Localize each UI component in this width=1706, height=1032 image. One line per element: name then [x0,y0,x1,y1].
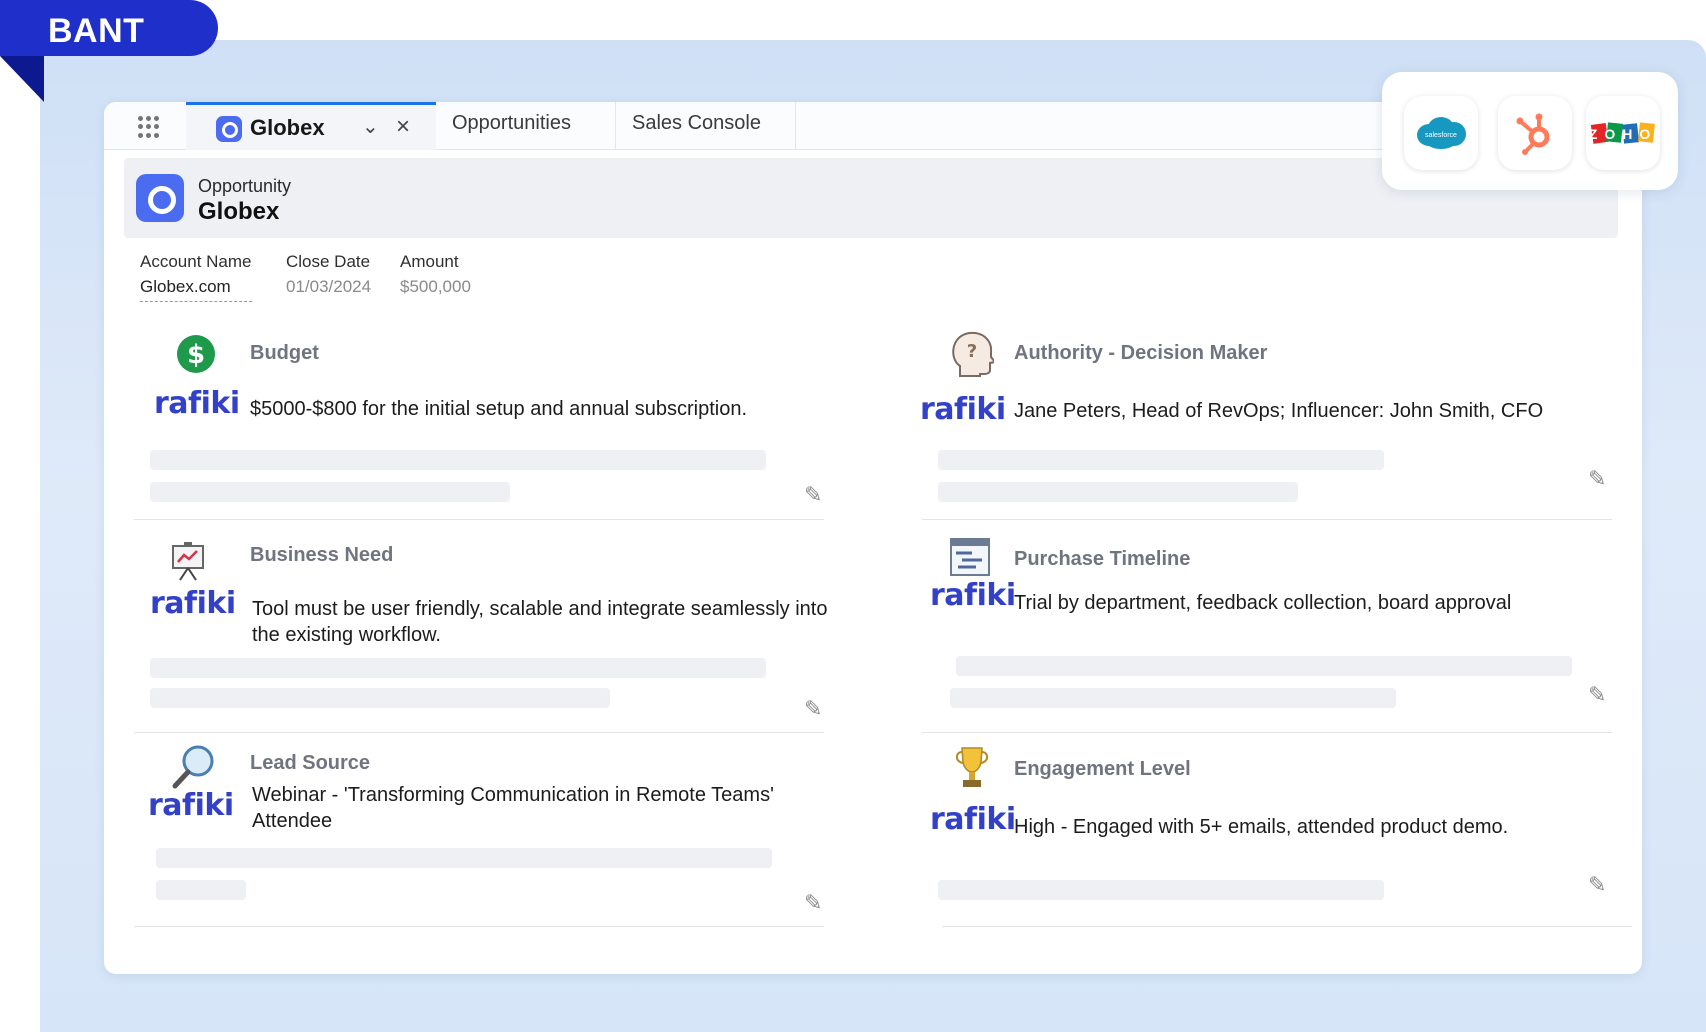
app-launcher-icon[interactable] [138,116,160,138]
skeleton-line [150,450,766,470]
presentation-chart-icon [172,542,204,581]
edit-pencil-icon[interactable]: ✎ [1588,872,1606,898]
salesforce-wordmark: salesforce [1425,132,1457,139]
field-label: Close Date [286,252,371,271]
rafiki-logo: rafiki [930,578,1016,613]
skeleton-line [938,482,1298,502]
section-text: $5000-$800 for the initial setup and ann… [250,398,748,420]
dollar-icon: $ [177,335,215,373]
opportunity-card: Globex ⌄ × Opportunities Sales Console O… [104,102,1642,974]
rafiki-logo: rafiki [148,788,234,823]
close-icon[interactable]: × [396,113,410,141]
crm-integrations: salesforce ZOHO [1382,72,1678,190]
rafiki-logo: rafiki [920,392,1006,427]
rafiki-logo: rafiki [154,386,240,421]
edit-pencil-icon[interactable]: ✎ [1588,466,1606,492]
account-name-link[interactable]: Globex.com [140,277,252,302]
field-value: 01/03/2024 [286,277,372,296]
divider [922,732,1612,733]
opportunity-logo-icon [136,174,184,222]
edit-pencil-icon[interactable]: ✎ [804,890,822,916]
magnifier-icon [172,745,214,789]
tab-opportunities[interactable]: Opportunities [436,102,616,150]
skeleton-line [938,450,1384,470]
svg-text:?: ? [967,341,977,362]
skeleton-line [150,658,766,678]
field-value: $500,000 [400,277,471,296]
salesforce-logo[interactable]: salesforce [1404,96,1478,170]
divider [922,519,1612,520]
divider [134,926,824,927]
record-type: Opportunity [198,176,292,196]
salesforce-cloud-icon: salesforce [1417,117,1466,149]
section-text: Trial by department, feedback collection… [1014,592,1512,614]
divider [134,519,824,520]
skeleton-line [950,688,1396,708]
edit-pencil-icon[interactable]: ✎ [804,482,822,508]
skeleton-line [150,482,510,502]
field-amount: Amount $500,000 [400,252,471,297]
section-title: Business Need [250,544,394,566]
field-close-date: Close Date 01/03/2024 [286,252,371,297]
section-text: Webinar - 'Transforming Communication in… [252,784,774,832]
tab-sales-console[interactable]: Sales Console [616,102,796,150]
section-title: Authority - Decision Maker [1014,342,1268,364]
tab-globex[interactable]: Globex ⌄ × [186,102,436,150]
divider [942,926,1632,927]
section-title: Budget [250,342,319,364]
record-name: Globex [198,198,280,225]
section-text: High - Engaged with 5+ emails, attended … [1014,816,1509,838]
zoho-letters: ZOHO [1590,126,1656,142]
tab-globex-label: Globex [250,115,325,140]
chevron-down-icon[interactable]: ⌄ [362,114,379,139]
skeleton-line [156,848,772,868]
field-label: Amount [400,252,459,271]
section-title: Purchase Timeline [1014,548,1191,570]
zoho-logo[interactable]: ZOHO [1586,96,1660,170]
svg-text:$: $ [187,340,205,370]
edit-pencil-icon[interactable]: ✎ [1588,682,1606,708]
skeleton-line [150,688,610,708]
bant-ribbon: BANT [0,0,218,56]
hubspot-logo[interactable] [1498,96,1572,170]
section-text: Jane Peters, Head of RevOps; Influencer:… [1014,400,1544,422]
trophy-icon [955,747,989,787]
rafiki-logo: rafiki [150,586,236,621]
section-text: Tool must be user friendly, scalable and… [252,598,828,646]
decision-maker-icon: ? [952,331,994,377]
section-title: Engagement Level [1014,758,1191,780]
skeleton-line [956,656,1572,676]
hubspot-sprocket-icon [1516,113,1550,155]
section-title: Lead Source [250,752,371,774]
skeleton-line [156,880,246,900]
ribbon-fold [0,56,44,102]
field-account-name: Account Name Globex.com [140,252,252,302]
rafiki-logo: rafiki [930,802,1016,837]
divider [134,732,824,733]
skeleton-line [938,880,1384,900]
timeline-chart-icon [950,538,990,576]
field-label: Account Name [140,252,252,271]
edit-pencil-icon[interactable]: ✎ [804,696,822,722]
zoho-wordmark-icon: ZOHO [1590,122,1656,144]
globex-logo-icon [216,116,242,142]
